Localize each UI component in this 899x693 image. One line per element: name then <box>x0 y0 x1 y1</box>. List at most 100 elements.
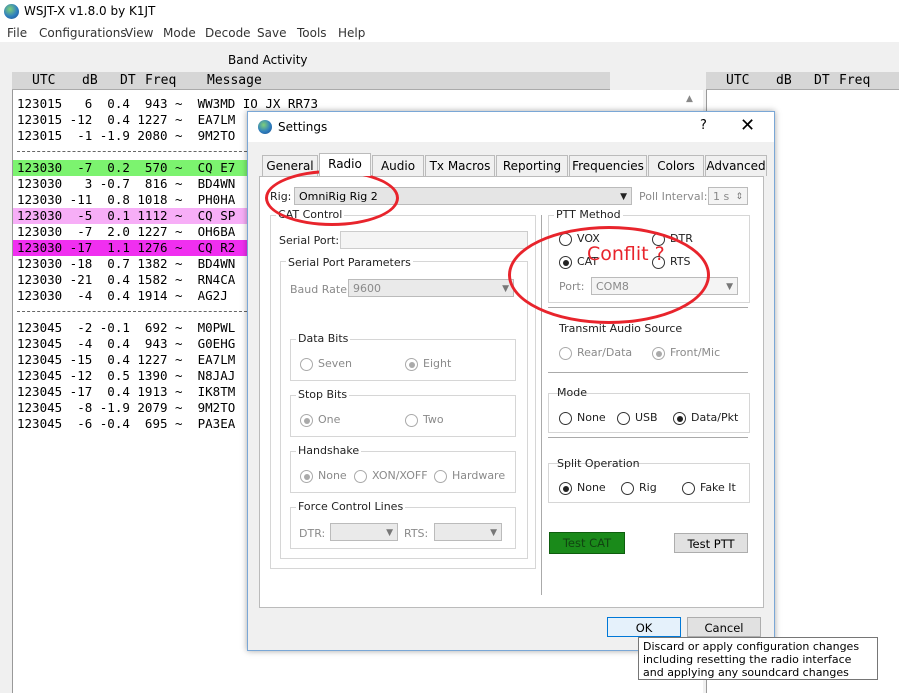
baud-rate-select[interactable]: 9600 ▼ <box>348 279 514 297</box>
decode-row[interactable]: 123030 3 -0.7 816 ~ BD4WN <box>13 176 257 192</box>
annotation-ellipse-rig <box>265 170 399 226</box>
decode-row[interactable]: 123030 -17 1.1 1276 ~ CQ R2 <box>13 240 257 256</box>
settings-title: Settings <box>278 120 328 134</box>
period-separator <box>17 151 247 152</box>
split-rig-radio[interactable] <box>621 482 634 495</box>
divider <box>548 437 748 438</box>
tab-audio[interactable]: Audio <box>372 155 424 176</box>
menu-save[interactable]: Save <box>257 26 286 40</box>
col-utc: UTC <box>32 73 56 88</box>
test-cat-button[interactable]: Test CAT <box>549 532 625 554</box>
decode-row[interactable]: 123015 -12 0.4 1227 ~ EA7LM <box>13 112 257 128</box>
decode-row[interactable]: 123045 -6 -0.4 695 ~ PA3EA <box>13 416 257 432</box>
decode-row[interactable]: 123030 -7 0.2 570 ~ CQ E7 <box>13 160 257 176</box>
decode-row[interactable]: 123045 -8 -1.9 2079 ~ 9M2TO <box>13 400 257 416</box>
handshake-none-label: None <box>318 469 347 482</box>
stop-bits-one-radio[interactable] <box>300 414 313 427</box>
decode-row[interactable]: 123045 -4 0.4 943 ~ G0EHG <box>13 336 257 352</box>
radio-tab-page: Rig: OmniRig Rig 2 ▼ Poll Interval: 1 s … <box>259 176 764 608</box>
split-title: Split Operation <box>557 457 640 470</box>
tab-reporting[interactable]: Reporting <box>496 155 568 176</box>
close-icon[interactable]: ✕ <box>740 115 755 136</box>
dtr-label: DTR: <box>299 527 326 540</box>
chevron-down-icon: ▼ <box>502 284 509 294</box>
handshake-xonxoff-label: XON/XOFF <box>372 469 428 482</box>
rx-col-utc: UTC <box>726 73 750 88</box>
mode-title: Mode <box>557 386 587 399</box>
mode-none-radio[interactable] <box>559 412 572 425</box>
chevron-down-icon: ▼ <box>490 528 497 538</box>
col-message: Message <box>207 73 262 88</box>
serial-port-select[interactable] <box>340 231 528 249</box>
test-ptt-button[interactable]: Test PTT <box>674 533 748 553</box>
handshake-hardware-radio[interactable] <box>434 470 447 483</box>
decode-row[interactable]: 123030 -4 0.4 1914 ~ AG2J <box>13 288 257 304</box>
data-bits-eight-label: Eight <box>423 357 452 370</box>
menu-mode[interactable]: Mode <box>163 26 196 40</box>
split-fake-radio[interactable] <box>682 482 695 495</box>
stop-bits-two-label: Two <box>423 413 444 426</box>
help-button[interactable]: ? <box>700 118 707 133</box>
menu-configurations[interactable]: Configurations <box>39 26 127 40</box>
col-dt: DT <box>120 73 136 88</box>
menu-tools[interactable]: Tools <box>297 26 327 40</box>
decode-row[interactable]: 123015 -1 -1.9 2080 ~ 9M2TO <box>13 128 257 144</box>
wsjtx-logo-icon <box>4 4 19 19</box>
cancel-button[interactable]: Cancel <box>687 617 761 637</box>
decode-row[interactable]: 123045 -12 0.5 1390 ~ N8JAJ <box>13 368 257 384</box>
band-activity-label: Band Activity <box>228 53 308 67</box>
mode-usb-radio[interactable] <box>617 412 630 425</box>
annotation-conflit-text: Conflit ? <box>587 243 665 265</box>
tx-audio-rear-radio[interactable] <box>559 347 572 360</box>
handshake-none-radio[interactable] <box>300 470 313 483</box>
decode-row[interactable]: 123045 -17 0.4 1913 ~ IK8TM <box>13 384 257 400</box>
stop-bits-two-radio[interactable] <box>405 414 418 427</box>
ok-button[interactable]: OK <box>607 617 681 637</box>
poll-interval-spinbox[interactable]: 1 s ⇕ <box>708 187 748 205</box>
mode-data-radio[interactable] <box>673 412 686 425</box>
menu-help[interactable]: Help <box>338 26 365 40</box>
decode-row[interactable]: 123045 -2 -0.1 692 ~ M0PWL <box>13 320 257 336</box>
tab-frequencies[interactable]: Frequencies <box>569 155 647 176</box>
handshake-xonxoff-radio[interactable] <box>354 470 367 483</box>
menu-view[interactable]: View <box>125 26 153 40</box>
split-fake-label: Fake It <box>700 481 736 494</box>
tx-audio-title: Transmit Audio Source <box>559 322 683 335</box>
baud-rate-label: Baud Rate: <box>290 283 351 296</box>
tx-audio-front-radio[interactable] <box>652 347 665 360</box>
dtr-select[interactable]: ▼ <box>330 523 398 541</box>
force-lines-title: Force Control Lines <box>296 500 406 513</box>
menu-decode[interactable]: Decode <box>205 26 251 40</box>
tab-colors[interactable]: Colors <box>648 155 704 176</box>
decode-row[interactable]: 123015 6 0.4 943 ~ WW3MD IO JX RR73 <box>13 96 318 112</box>
tab-radio[interactable]: Radio <box>319 153 371 176</box>
tx-audio-front-label: Front/Mic <box>670 346 721 359</box>
tx-audio-rear-label: Rear/Data <box>577 346 633 359</box>
chevron-down-icon: ▼ <box>726 282 733 292</box>
decode-row[interactable]: 123030 -21 0.4 1582 ~ RN4CA <box>13 272 257 288</box>
serial-params-title: Serial Port Parameters <box>286 256 413 269</box>
mode-usb-label: USB <box>635 411 658 424</box>
data-bits-seven-label: Seven <box>318 357 352 370</box>
data-bits-seven-radio[interactable] <box>300 358 313 371</box>
menu-file[interactable]: File <box>7 26 27 40</box>
decode-row[interactable]: 123030 -18 0.7 1382 ~ BD4WN <box>13 256 257 272</box>
rx-col-freq: Freq <box>839 73 871 88</box>
split-none-radio[interactable] <box>559 482 572 495</box>
rts-label: RTS: <box>404 527 429 540</box>
decode-row[interactable]: 123030 -11 0.8 1018 ~ PH0HA <box>13 192 257 208</box>
stop-bits-one-label: One <box>318 413 341 426</box>
tab-tx-macros[interactable]: Tx Macros <box>425 155 495 176</box>
rx-col-db: dB <box>776 73 792 88</box>
tab-advanced[interactable]: Advanced <box>705 155 767 176</box>
decode-row[interactable]: 123045 -15 0.4 1227 ~ EA7LM <box>13 352 257 368</box>
decode-row[interactable]: 123030 -7 2.0 1227 ~ OH6BA <box>13 224 257 240</box>
band-activity-header: UTC dB DT Freq Message <box>12 72 610 90</box>
decode-row[interactable]: 123030 -5 0.1 1112 ~ CQ SP <box>13 208 257 224</box>
rts-select[interactable]: ▼ <box>434 523 502 541</box>
wsjtx-logo-icon <box>258 120 272 134</box>
mode-none-label: None <box>577 411 606 424</box>
serial-port-label: Serial Port: <box>279 234 340 247</box>
data-bits-eight-radio[interactable] <box>405 358 418 371</box>
split-rig-label: Rig <box>639 481 657 494</box>
